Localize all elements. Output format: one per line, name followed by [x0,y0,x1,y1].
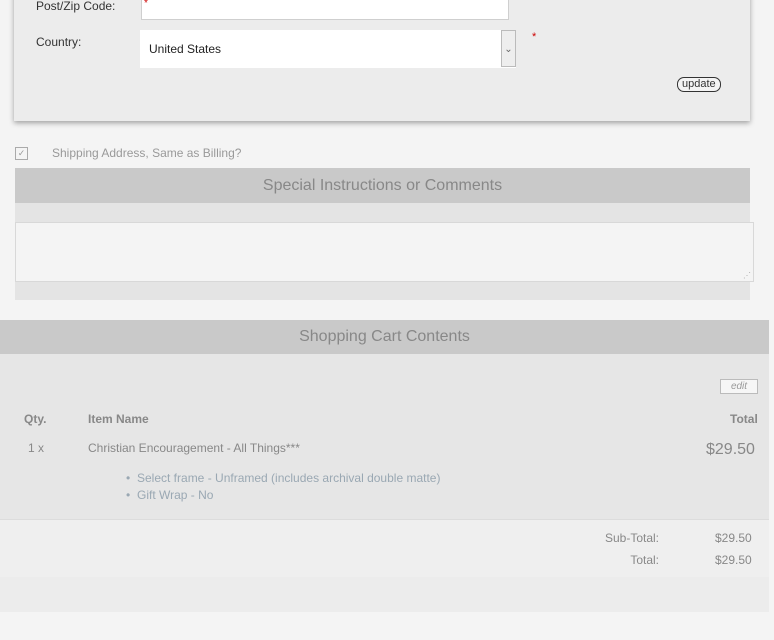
item-price: $29.50 [706,441,755,458]
same-as-billing-label: Shipping Address, Same as Billing? [52,146,242,160]
instructions-heading: Special Instructions or Comments [15,168,750,203]
item-option: Select frame - Unframed (includes archiv… [126,470,440,487]
item-option: Gift Wrap - No [126,487,440,504]
country-label: Country: [36,35,82,49]
edit-cart-button[interactable]: edit [720,379,758,394]
subtotal-label: Sub-Total: [604,531,659,545]
column-header-item-name: Item Name [88,412,149,426]
item-options-list: Select frame - Unframed (includes archiv… [126,470,440,504]
required-marker: * [532,31,537,43]
update-button[interactable]: update [677,77,721,92]
instructions-section: ⋰ [15,203,754,300]
subtotal-value: $29.50 [715,531,752,545]
item-name: Christian Encouragement - All Things*** [88,441,300,455]
zip-label: Post/Zip Code: [36,0,116,13]
same-as-billing-checkbox[interactable]: ✓ [15,147,28,160]
instructions-textarea[interactable]: ⋰ [15,222,754,282]
cart-totals: Sub-Total: $29.50 Total: $29.50 [0,519,769,578]
country-select[interactable]: United States ⌄ [140,30,516,68]
column-header-qty: Qty. [24,412,47,426]
total-value: $29.50 [715,553,752,567]
resize-grip-icon[interactable]: ⋰ [743,271,751,280]
chevron-down-icon[interactable]: ⌄ [501,30,516,67]
total-label: Total: [630,553,659,567]
footer-strip [0,577,769,612]
country-selected-value: United States [149,42,222,56]
item-qty: 1 x [28,441,45,455]
zip-code-input[interactable]: * [141,0,509,20]
column-header-total: Total [730,412,758,426]
billing-address-panel: Post/Zip Code: * Country: United States … [14,0,750,121]
cart-heading: Shopping Cart Contents [0,320,769,354]
